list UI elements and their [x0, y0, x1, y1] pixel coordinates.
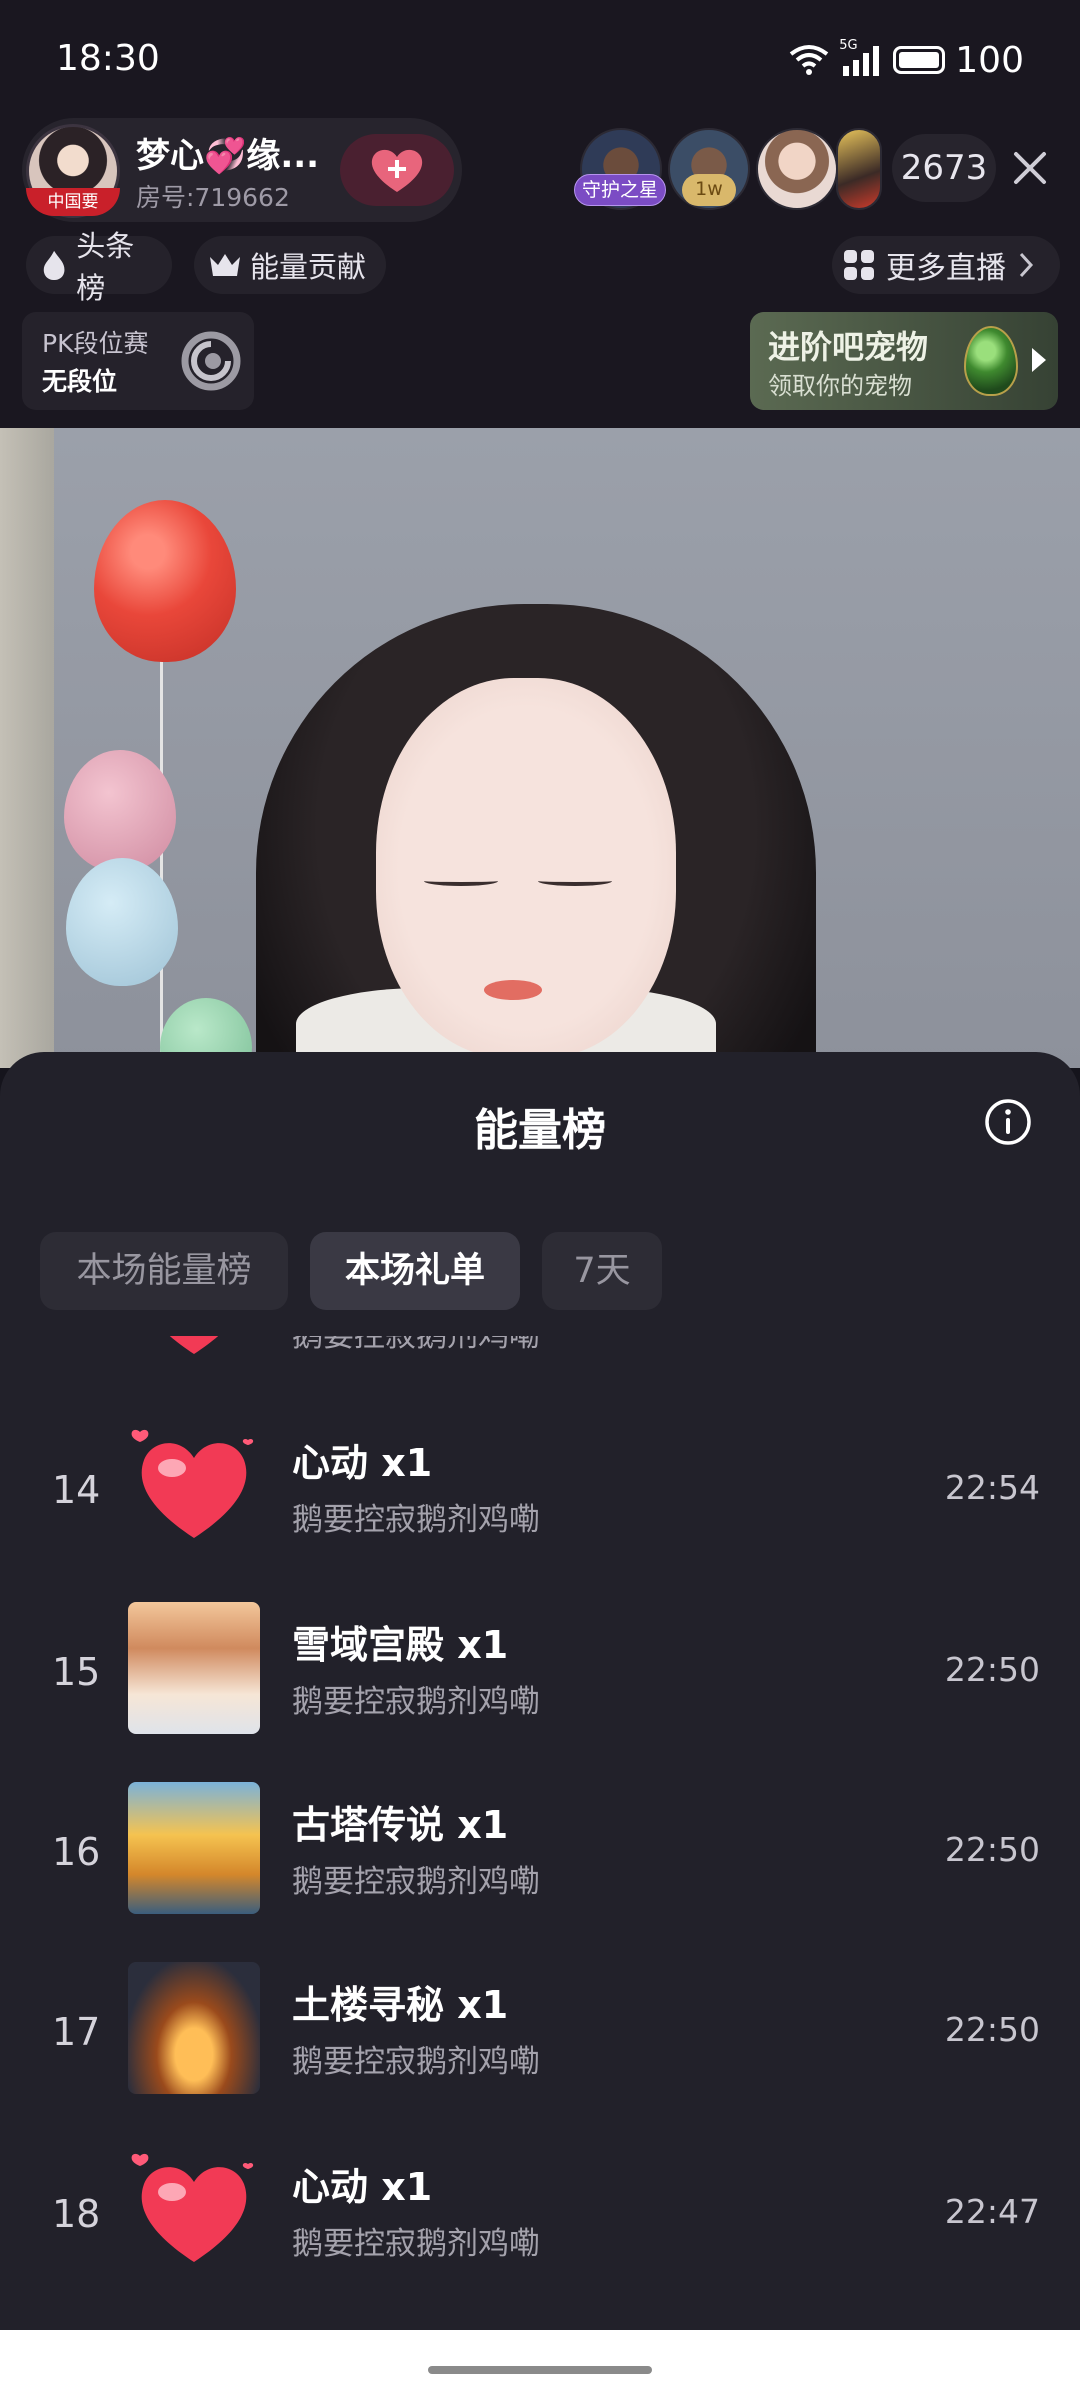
rank-number: 15 — [52, 1650, 101, 1694]
rank-number: 17 — [52, 2010, 101, 2054]
flame-icon — [43, 250, 65, 281]
red-balloon — [94, 500, 236, 662]
gift-name: 土楼寻秘 x1 — [292, 1983, 509, 2027]
pk-title: PK段位赛 — [42, 329, 149, 358]
list-item[interactable]: 16 古塔传说 x1 鹅要控寂鹅剂鸡嘞 22:50 — [0, 1774, 1080, 1954]
gift-time: 22:50 — [944, 1650, 1040, 1689]
more-live-button[interactable]: 更多直播 — [832, 236, 1060, 294]
gift-sender: 鹅要控寂鹅剂鸡嘞 — [292, 1864, 540, 1900]
blue-balloon — [66, 858, 178, 986]
more-live-label: 更多直播 — [886, 251, 1006, 286]
streamer-lips — [484, 980, 542, 1000]
gift-sender: 鹅要控寂鹅剂鸡嘞 — [292, 2044, 540, 2080]
list-item[interactable]: 18 心动 x1 鹅要控寂鹅剂鸡嘞 22:47 — [0, 2136, 1080, 2316]
info-icon[interactable] — [984, 1098, 1032, 1146]
tower-icon — [128, 1782, 260, 1914]
status-icons: 5G 100 — [789, 38, 1024, 82]
gift-name: 雪域宫殿 x1 — [292, 1623, 509, 1667]
crown-icon — [210, 254, 240, 276]
live-video[interactable] — [0, 428, 1080, 1068]
balloon-string — [160, 660, 163, 1068]
heart-icon — [131, 1429, 254, 1538]
gift-name: 心动 x1 — [292, 2165, 433, 2209]
pink-balloon — [64, 750, 176, 872]
energy-rank-sheet: 能量榜 本场能量榜 本场礼单 7天 鹅要控寂鹅剂鸡嘞 14 心动 x1 鹅要控寂… — [0, 1052, 1080, 2400]
list-item[interactable]: 14 心动 x1 鹅要控寂鹅剂鸡嘞 22:54 — [0, 1412, 1080, 1592]
pet-banner-subtitle: 领取你的宠物 — [768, 372, 912, 400]
status-bar: 18:30 5G 100 — [0, 0, 1080, 118]
play-arrow-icon — [1032, 348, 1046, 372]
gift-time: 22:54 — [944, 1468, 1040, 1507]
gift-time: 22:50 — [944, 2010, 1040, 2049]
navigation-bar — [0, 2330, 1080, 2400]
viewer-avatar[interactable] — [756, 128, 838, 210]
streamer-eye — [538, 876, 612, 886]
host-avatar-tag: 中国要 — [26, 188, 120, 216]
pk-rank-icon — [181, 331, 241, 391]
energy-contribution-label: 能量贡献 — [250, 250, 367, 284]
pet-promo-banner[interactable]: 进阶吧宠物 领取你的宠物 — [750, 312, 1058, 410]
tulou-icon — [128, 1962, 260, 2094]
energy-contribution-chip[interactable]: 能量贡献 — [194, 236, 386, 294]
close-icon[interactable] — [1012, 150, 1048, 186]
heart-plus-icon — [371, 149, 423, 192]
sheet-title: 能量榜 — [474, 1105, 606, 1156]
streamer-eye — [424, 876, 498, 886]
pk-rank-card[interactable]: PK段位赛 无段位 — [22, 312, 254, 410]
gift-sender: 鹅要控寂鹅剂鸡嘞 — [292, 1502, 540, 1538]
rank-badge: 1w — [682, 174, 736, 206]
headline-rank-label: 头条榜 — [76, 229, 135, 305]
gift-sender: 鹅要控寂鹅剂鸡嘞 — [292, 1336, 540, 1354]
gift-name: 古塔传说 x1 — [292, 1803, 509, 1847]
rank-number: 14 — [52, 1468, 101, 1512]
viewer-avatar[interactable] — [836, 128, 882, 210]
status-time: 18:30 — [56, 38, 160, 79]
list-item[interactable]: 17 土楼寻秘 x1 鹅要控寂鹅剂鸡嘞 22:50 — [0, 1954, 1080, 2134]
guard-star-badge: 守护之星 — [574, 174, 666, 206]
gift-time: 22:50 — [944, 1830, 1040, 1869]
list-item[interactable]: 鹅要控寂鹅剂鸡嘞 — [0, 1336, 1080, 1408]
list-item[interactable]: 15 雪域宫殿 x1 鹅要控寂鹅剂鸡嘞 22:50 — [0, 1594, 1080, 1774]
pet-banner-title: 进阶吧宠物 — [768, 328, 929, 366]
wifi-icon — [790, 45, 829, 75]
battery-icon — [893, 46, 946, 74]
room-id: 房号:719662 — [136, 183, 290, 212]
palace-icon — [128, 1602, 260, 1734]
follow-button[interactable] — [340, 134, 454, 206]
rank-number: 16 — [52, 1830, 101, 1874]
heart-icon — [131, 2153, 254, 2262]
gift-sender: 鹅要控寂鹅剂鸡嘞 — [292, 2226, 540, 2262]
streamer-face — [376, 678, 676, 1058]
chevron-right-icon — [1019, 252, 1034, 278]
tab-session-gift-list[interactable]: 本场礼单 — [310, 1232, 520, 1310]
pet-egg-icon — [964, 326, 1018, 396]
video-wall — [0, 428, 54, 1068]
gift-sender: 鹅要控寂鹅剂鸡嘞 — [292, 1684, 540, 1720]
grid-icon — [844, 250, 874, 280]
host-name: 梦心💞缘... — [136, 136, 320, 176]
gift-name: 心动 x1 — [292, 1441, 433, 1485]
tab-7-days[interactable]: 7天 — [542, 1232, 662, 1310]
viewer-count[interactable]: 2673 — [892, 134, 996, 202]
battery-level: 100 — [955, 39, 1024, 81]
tab-session-energy-rank[interactable]: 本场能量榜 — [40, 1232, 288, 1310]
signal-icon: 5G — [839, 38, 883, 78]
home-indicator[interactable] — [428, 2366, 652, 2374]
pk-status: 无段位 — [42, 367, 118, 396]
heart-icon — [169, 1336, 219, 1354]
headline-rank-chip[interactable]: 头条榜 — [26, 229, 172, 305]
rank-number: 18 — [52, 2192, 101, 2236]
gift-time: 22:47 — [944, 2192, 1040, 2231]
gift-list[interactable]: 鹅要控寂鹅剂鸡嘞 14 心动 x1 鹅要控寂鹅剂鸡嘞 22:54 15 雪域宫殿… — [0, 1336, 1080, 2336]
